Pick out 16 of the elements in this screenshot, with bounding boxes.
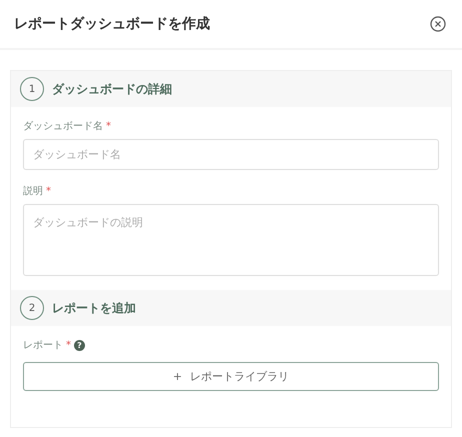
field-label: レポート — [23, 339, 63, 352]
textarea-field[interactable]: ダッシュボードの説明 — [23, 204, 439, 276]
field-label: 説明 — [23, 184, 43, 198]
required-mark: * — [106, 120, 111, 132]
section-title: ダッシュボードの詳細 — [52, 80, 172, 98]
section-title: レポートを追加 — [52, 300, 136, 316]
required-mark: * — [46, 186, 51, 196]
dialog-title: レポートダッシュボードを作成 — [14, 15, 210, 33]
close-icon[interactable] — [430, 16, 446, 32]
field-label: ダッシュボード名 — [23, 120, 103, 133]
required-mark: * — [66, 340, 71, 350]
step-number: 1 — [20, 77, 44, 101]
input-field[interactable]: ダッシュボード名 — [23, 139, 439, 170]
help-icon[interactable]: ? — [74, 340, 85, 350]
report-library-button[interactable]: + レポートライブラリ — [23, 362, 439, 391]
step-number: 2 — [20, 296, 44, 320]
